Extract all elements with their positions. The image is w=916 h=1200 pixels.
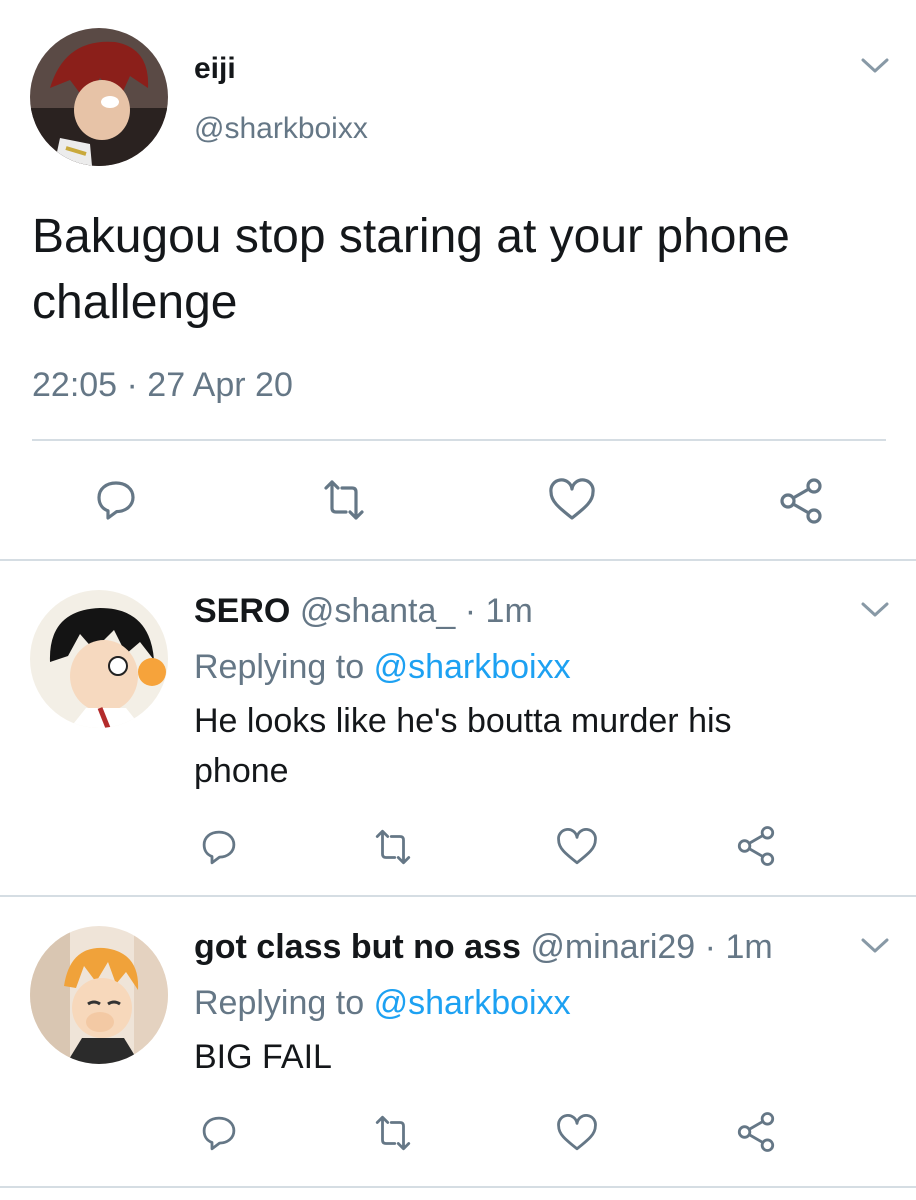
heart-icon	[557, 828, 597, 865]
retweet-icon	[324, 480, 364, 520]
reply-handle[interactable]: @minari29	[530, 928, 695, 966]
reply-icon	[97, 481, 135, 520]
chevron-down-icon[interactable]	[860, 600, 890, 620]
reply-text: BIG FAIL	[194, 1038, 332, 1076]
reply-header: SERO @shanta_ · 1m	[194, 592, 533, 631]
share-icon	[737, 1112, 775, 1152]
reply-text: He looks like he's boutta murder his pho…	[194, 702, 732, 790]
retweet-icon	[375, 1115, 411, 1151]
reply-button[interactable]	[92, 476, 140, 524]
reply-time[interactable]: · 1m	[705, 928, 773, 966]
divider	[0, 895, 916, 897]
reply-icon	[202, 830, 236, 865]
divider	[0, 1186, 916, 1188]
reply-avatar[interactable]	[30, 590, 168, 728]
reply-time[interactable]: · 1m	[465, 592, 533, 630]
reply-avatar[interactable]	[30, 926, 168, 1064]
share-button[interactable]	[734, 1110, 778, 1154]
retweet-icon	[375, 829, 411, 865]
chevron-down-icon[interactable]	[860, 56, 890, 76]
reply-header: got class but no ass @minari29 · 1m	[194, 928, 773, 967]
author-handle[interactable]: @sharkboixx	[194, 112, 368, 146]
reply-button[interactable]	[198, 1112, 240, 1154]
author-avatar[interactable]	[30, 28, 168, 166]
reply-icon	[202, 1116, 236, 1151]
heart-icon	[557, 1114, 597, 1151]
retweet-button[interactable]	[316, 476, 372, 524]
retweet-button[interactable]	[368, 1112, 418, 1154]
share-icon	[737, 826, 775, 866]
like-button[interactable]	[554, 1112, 600, 1154]
replying-mention[interactable]: @sharkboixx	[374, 648, 571, 686]
heart-icon	[549, 478, 595, 520]
share-button[interactable]	[776, 476, 826, 526]
replying-mention[interactable]: @sharkboixx	[374, 984, 571, 1022]
replying-prefix: Replying to	[194, 648, 365, 686]
author-display-name[interactable]: eiji	[194, 52, 236, 86]
replying-prefix: Replying to	[194, 984, 365, 1022]
divider	[32, 439, 886, 441]
like-button[interactable]	[546, 476, 598, 524]
share-icon	[780, 478, 822, 524]
replying-to: Replying to @sharkboixx	[194, 648, 571, 687]
share-button[interactable]	[734, 824, 778, 868]
reply-display-name[interactable]: got class but no ass	[194, 928, 521, 966]
retweet-button[interactable]	[368, 826, 418, 868]
reply-handle[interactable]: @shanta_	[300, 592, 456, 630]
divider	[0, 559, 916, 561]
like-button[interactable]	[554, 826, 600, 868]
chevron-down-icon[interactable]	[860, 936, 890, 956]
reply-button[interactable]	[198, 826, 240, 868]
tweet-timestamp[interactable]: 22:05 · 27 Apr 20	[32, 366, 293, 405]
tweet-text: Bakugou stop staring at your phone chall…	[32, 210, 790, 329]
reply-display-name[interactable]: SERO	[194, 592, 290, 630]
replying-to: Replying to @sharkboixx	[194, 984, 571, 1023]
